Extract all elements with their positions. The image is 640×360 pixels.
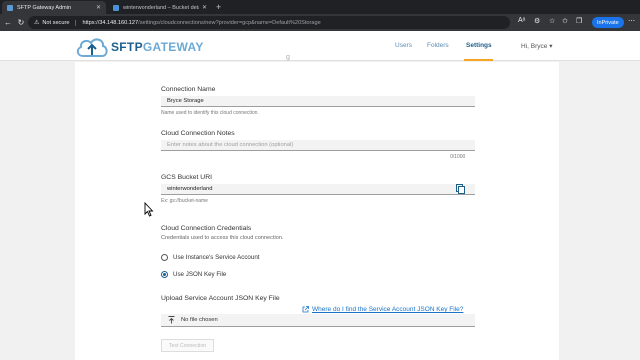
logo-text-gateway: GATEWAY <box>142 40 204 54</box>
credentials-label: Cloud Connection Credentials <box>161 225 252 232</box>
radio-label: Use Instance's Service Account <box>173 254 260 261</box>
nav-settings[interactable]: Settings <box>466 42 492 49</box>
json-key-help-link[interactable]: Where do I find the Service Account JSON… <box>302 306 463 313</box>
browser-tab-bar: SFTP Gateway Admin ✕ winterwonderland – … <box>0 0 640 14</box>
radio-unselected-icon[interactable] <box>161 254 168 261</box>
credentials-help: Credentials used to access this cloud co… <box>161 235 284 241</box>
nav-folders[interactable]: Folders <box>427 42 449 49</box>
url-path: /settings/cloudconnections/new?provider=… <box>138 19 321 26</box>
refresh-icon[interactable]: ↻ <box>16 18 26 27</box>
test-connection-button[interactable]: Test Connection <box>161 339 214 352</box>
favorites-list-icon[interactable]: ✩ <box>562 17 568 25</box>
mouse-cursor-icon <box>144 202 154 217</box>
url-host: https://34.148.160.127 <box>82 19 139 26</box>
back-icon[interactable]: ← <box>3 18 13 27</box>
tab-favicon-icon <box>113 4 119 11</box>
sftp-gateway-logo[interactable]: SFTPGATEWAY <box>75 36 204 58</box>
file-upload-input[interactable]: No file chosen <box>161 314 475 327</box>
file-status: No file chosen <box>181 317 218 323</box>
connection-name-help: Name used to identify this cloud connect… <box>161 110 259 116</box>
copy-icon[interactable] <box>456 184 465 194</box>
chevron-down-icon: ▾ <box>549 43 553 50</box>
url-text[interactable]: https://34.148.160.127/settings/cloudcon… <box>82 20 320 26</box>
bucket-uri-input[interactable]: winterwonderland <box>161 184 475 195</box>
radio-json-key-file[interactable]: Use JSON Key File <box>161 271 226 278</box>
section-title-fragment: g <box>286 54 290 61</box>
active-nav-indicator <box>464 59 493 61</box>
bucket-uri-label: GCS Bucket URI <box>161 174 212 181</box>
favorites-star-icon[interactable]: ☆ <box>549 17 555 25</box>
warning-icon[interactable]: ⚠ <box>34 19 39 26</box>
bucket-uri-help: Ex: gs://bucket-name <box>161 198 208 204</box>
address-bar[interactable]: ⚠ Not secure https://34.148.160.127/sett… <box>28 16 510 29</box>
tab-title: SFTP Gateway Admin <box>17 4 72 11</box>
logo-text: SFTPGATEWAY <box>111 40 204 54</box>
tab-close-icon[interactable]: ✕ <box>202 4 207 11</box>
new-tab-button[interactable]: + <box>216 2 221 12</box>
notes-input[interactable]: Enter notes about the cloud connection (… <box>161 140 475 151</box>
tab-title: winterwonderland – Bucket detai <box>123 4 199 11</box>
connection-name-label: Connection Name <box>161 86 216 93</box>
browser-tab-bucket-details[interactable]: winterwonderland – Bucket detai ✕ <box>108 1 212 14</box>
extensions-icon[interactable]: ⚙ <box>534 17 540 25</box>
radio-instance-service-account[interactable]: Use Instance's Service Account <box>161 254 259 261</box>
upload-label: Upload Service Account JSON Key File <box>161 295 280 302</box>
connection-name-input[interactable]: Bryce Storage <box>161 96 475 107</box>
tab-favicon-icon <box>7 4 13 11</box>
notes-char-counter: 0/1000 <box>450 154 466 160</box>
more-options-icon[interactable]: ⋯ <box>628 17 635 25</box>
collections-icon[interactable]: ❐ <box>576 17 582 25</box>
radio-label: Use JSON Key File <box>173 271 227 278</box>
browser-tab-sftp-admin[interactable]: SFTP Gateway Admin ✕ <box>2 1 106 14</box>
user-greeting: Hi, Bryce <box>521 43 548 50</box>
external-link-icon <box>302 306 309 313</box>
security-label[interactable]: Not secure <box>42 19 77 26</box>
radio-selected-icon[interactable] <box>161 271 168 278</box>
browser-toolbar: ← ↻ ⚠ Not secure https://34.148.160.127/… <box>0 14 640 31</box>
app-header: SFTPGATEWAY Users Folders Settings Hi, B… <box>0 31 640 61</box>
nav-users[interactable]: Users <box>395 42 412 49</box>
user-menu[interactable]: Hi, Bryce ▾ <box>521 42 552 50</box>
notes-label: Cloud Connection Notes <box>161 130 235 137</box>
read-aloud-icon[interactable]: Aᵃ <box>518 17 525 24</box>
cloud-upload-icon <box>76 38 108 57</box>
json-key-help-text: Where do I find the Service Account JSON… <box>312 306 464 313</box>
tab-close-icon[interactable]: ✕ <box>96 4 101 11</box>
logo-text-sftp: SFTP <box>111 40 143 54</box>
inprivate-badge[interactable]: InPrivate <box>592 17 624 28</box>
upload-icon <box>168 316 175 324</box>
